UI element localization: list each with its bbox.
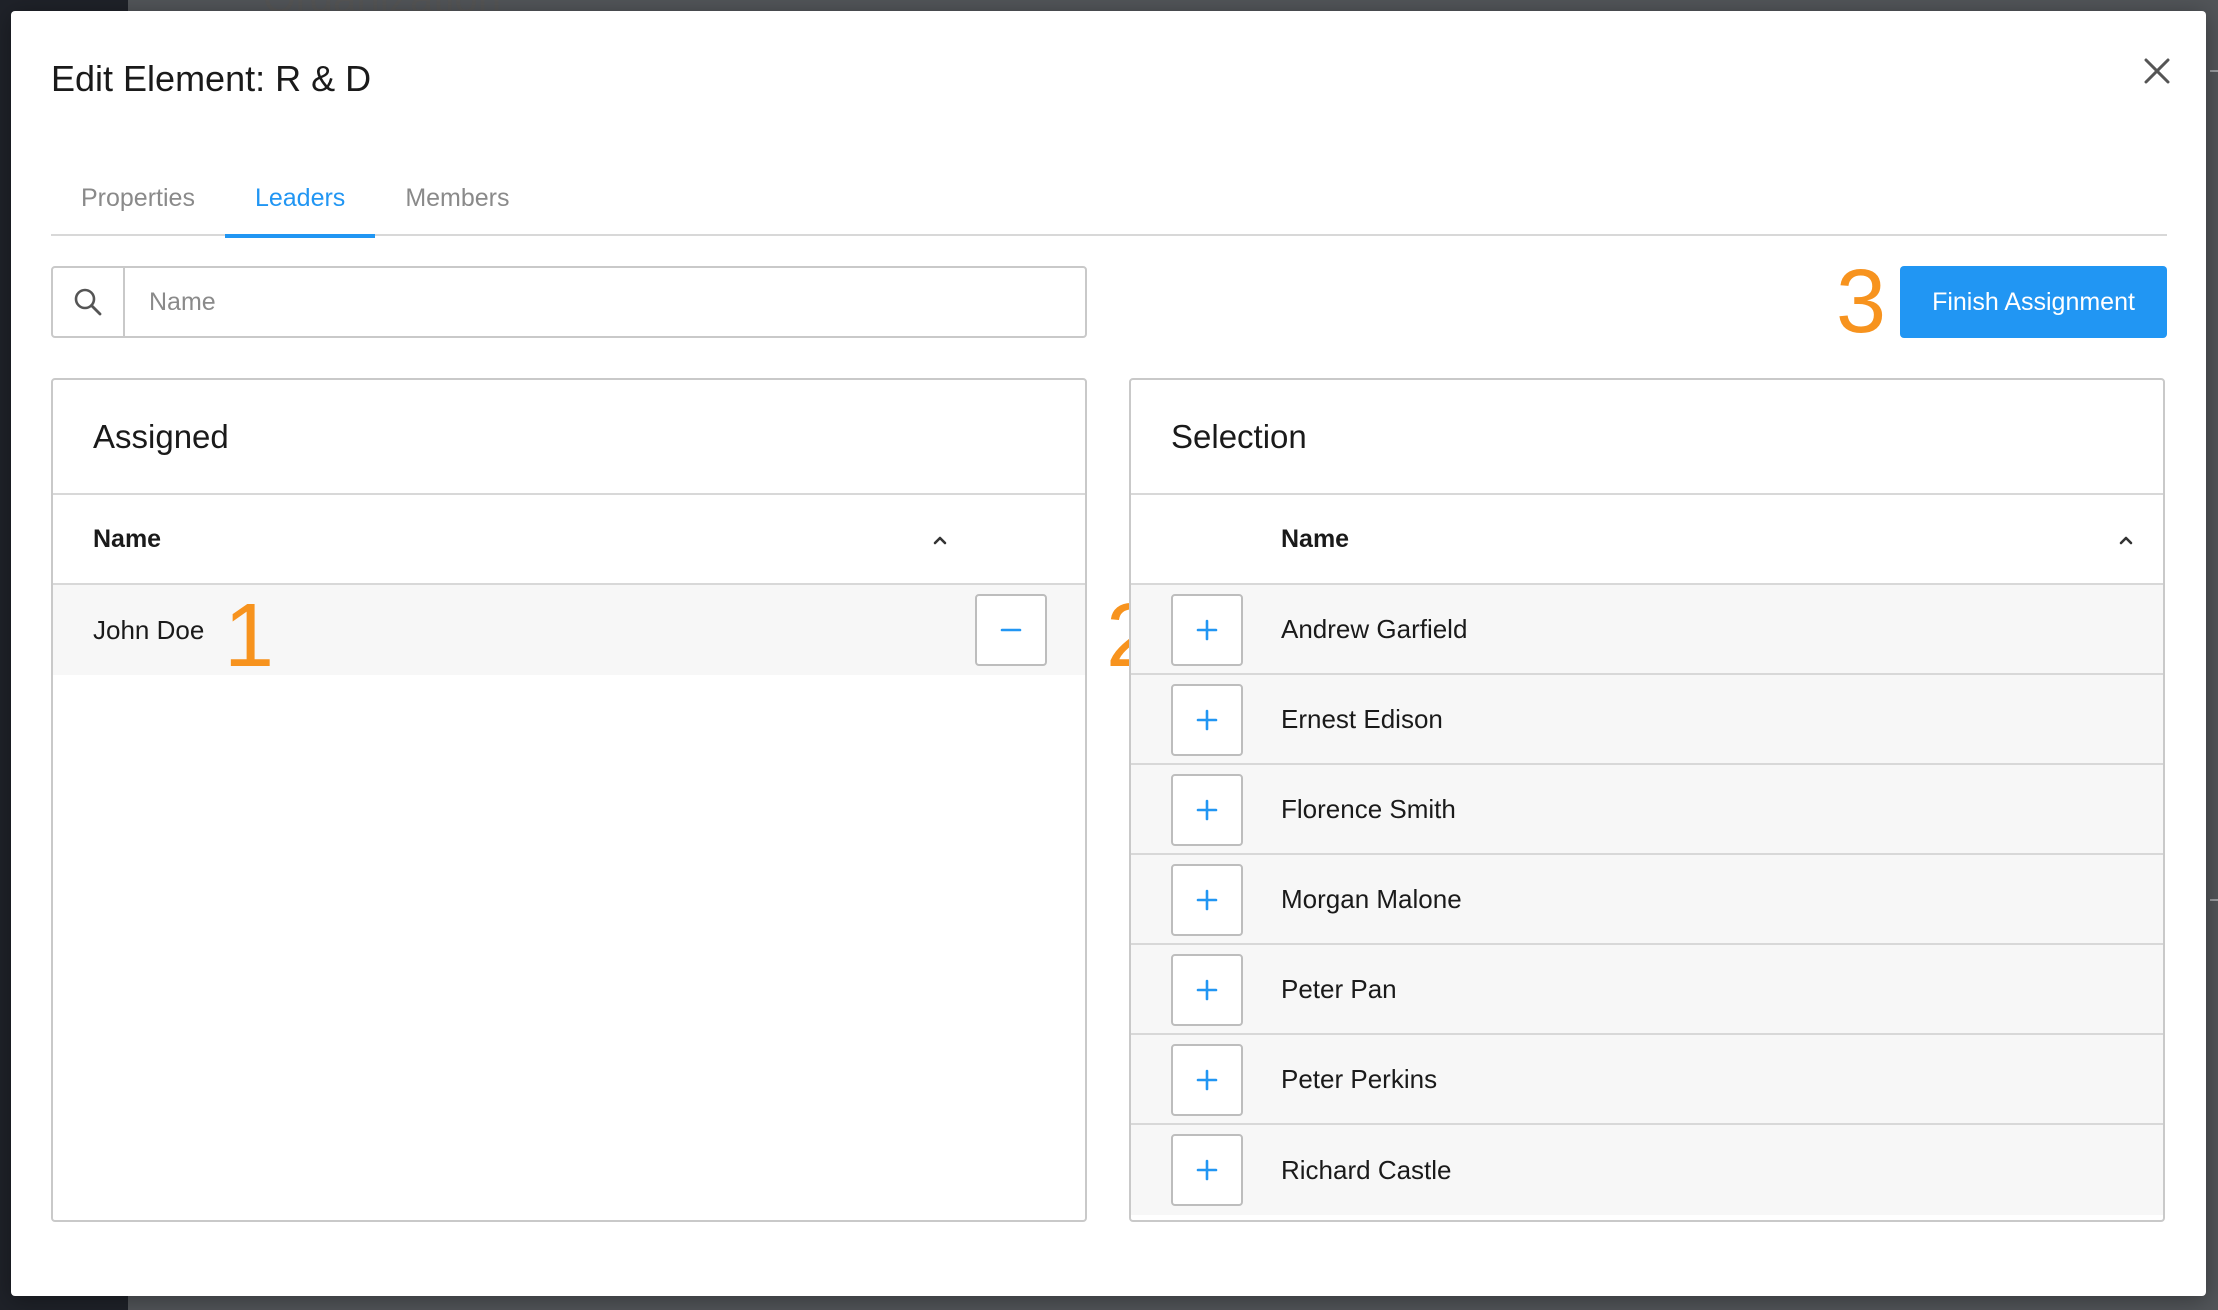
- add-leader-button[interactable]: [1171, 864, 1243, 936]
- modal-title: Edit Element: R & D: [51, 58, 372, 99]
- add-leader-button[interactable]: [1171, 774, 1243, 846]
- selection-row-name: Peter Perkins: [1281, 1063, 1438, 1094]
- search-icon: [74, 288, 102, 316]
- finish-assignment-button[interactable]: Finish Assignment: [1900, 266, 2167, 338]
- sort-ascending-icon[interactable]: [928, 528, 952, 552]
- assigned-column-header: Name: [53, 495, 1085, 585]
- selection-row-name: Andrew Garfield: [1281, 613, 1468, 644]
- add-leader-button[interactable]: [1171, 954, 1243, 1026]
- tab-properties[interactable]: Properties: [51, 166, 225, 236]
- assigned-row-name: John Doe: [93, 614, 205, 645]
- selection-row-name: Richard Castle: [1281, 1154, 1452, 1185]
- table-row: Andrew Garfield: [1131, 585, 2163, 675]
- edit-element-modal: Edit Element: R & D Properties Leaders M…: [11, 11, 2206, 1296]
- annotation-number-3: 3: [1836, 252, 1887, 352]
- search-box: [51, 266, 1087, 338]
- add-leader-button[interactable]: [1171, 1044, 1243, 1116]
- add-leader-button[interactable]: [1171, 1134, 1243, 1206]
- selection-row-name: Ernest Edison: [1281, 703, 1443, 734]
- selection-panel-title: Selection: [1131, 380, 2163, 495]
- plus-icon: [1196, 979, 1218, 1001]
- plus-icon: [1196, 1159, 1218, 1181]
- tab-members[interactable]: Members: [375, 166, 539, 236]
- table-row: Ernest Edison: [1131, 675, 2163, 765]
- plus-icon: [1196, 799, 1218, 821]
- annotation-number-1: 1: [224, 586, 275, 686]
- assigned-name-column-label: Name: [93, 524, 162, 553]
- selection-name-column-label: Name: [1281, 524, 1350, 553]
- selection-column-header: Name: [1131, 495, 2163, 585]
- background-divider: [2210, 70, 2218, 72]
- remove-leader-button[interactable]: [975, 594, 1047, 666]
- tab-bar: Properties Leaders Members: [51, 166, 2167, 238]
- plus-icon: [1196, 889, 1218, 911]
- table-row: Richard Castle: [1131, 1125, 2163, 1215]
- minus-icon: [1000, 628, 1022, 632]
- selection-row-name: Peter Pan: [1281, 973, 1397, 1004]
- search-icon-cell: [53, 268, 125, 336]
- table-row: Morgan Malone: [1131, 855, 2163, 945]
- add-leader-button[interactable]: [1171, 594, 1243, 666]
- tab-leaders[interactable]: Leaders: [224, 166, 376, 238]
- plus-icon: [1196, 619, 1218, 641]
- selection-panel: Selection Name Andrew Garfield Ernest Ed…: [1129, 378, 2165, 1222]
- plus-icon: [1196, 709, 1218, 731]
- selection-row-name: Morgan Malone: [1281, 883, 1462, 914]
- assigned-panel-title: Assigned: [53, 380, 1085, 495]
- search-input[interactable]: [125, 268, 1085, 336]
- add-leader-button[interactable]: [1171, 684, 1243, 756]
- table-row: John Doe: [53, 585, 1085, 675]
- assigned-panel: Assigned Name John Doe: [51, 378, 1087, 1222]
- table-row: Peter Perkins: [1131, 1035, 2163, 1125]
- table-row: Peter Pan: [1131, 945, 2163, 1035]
- table-row: Florence Smith: [1131, 765, 2163, 855]
- close-icon: [2144, 58, 2170, 84]
- background-divider: [2210, 899, 2218, 901]
- close-button[interactable]: [2129, 43, 2185, 99]
- plus-icon: [1196, 1069, 1218, 1091]
- selection-row-name: Florence Smith: [1281, 793, 1456, 824]
- sort-ascending-icon[interactable]: [2114, 528, 2138, 552]
